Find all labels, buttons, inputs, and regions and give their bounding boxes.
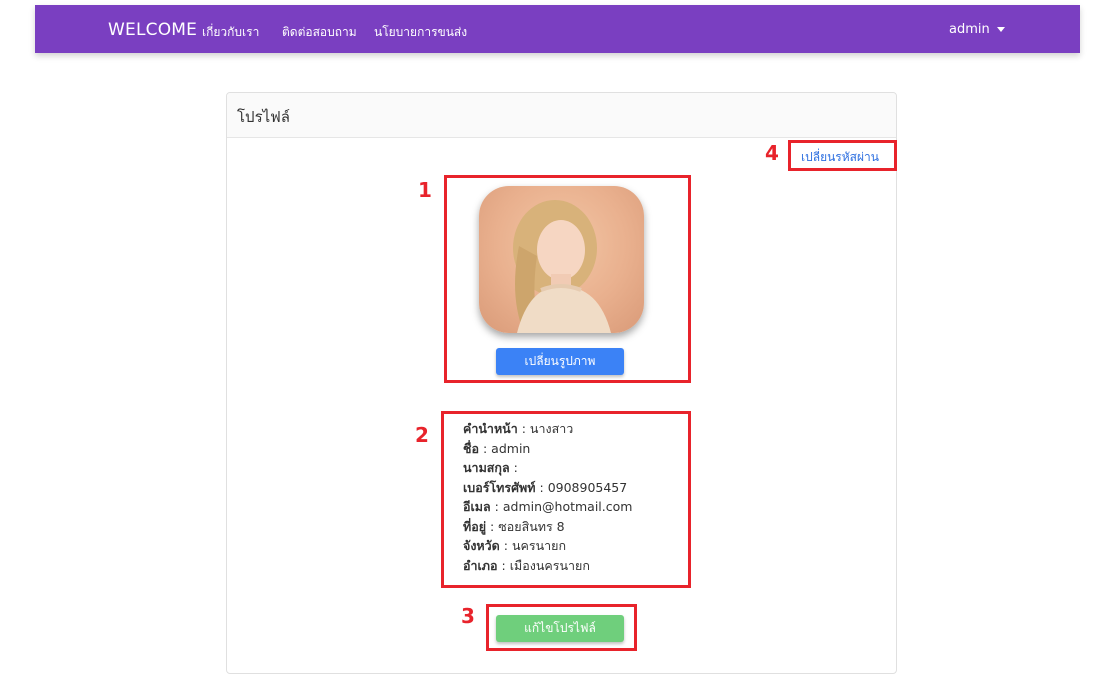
nav-link-contact[interactable]: ติดต่อสอบถาม	[282, 23, 357, 42]
annotation-number-4: 4	[765, 141, 779, 165]
info-label: อีเมล	[463, 499, 491, 514]
change-photo-button[interactable]: เปลี่ยนรูปภาพ	[496, 348, 624, 375]
info-row-province: จังหวัด : นครนายก	[463, 538, 567, 553]
annotation-number-1: 1	[418, 178, 432, 202]
info-row-first-name: ชื่อ : admin	[463, 440, 531, 456]
info-label: ที่อยู่	[463, 518, 487, 534]
info-row-title: คำนำหน้า : นางสาว	[463, 421, 574, 436]
card-header	[227, 93, 896, 138]
nav-link-about[interactable]: เกี่ยวกับเรา	[202, 23, 259, 42]
info-label: ชื่อ	[463, 440, 479, 456]
info-row-last-name: นามสกุล :	[463, 460, 518, 475]
brand-link[interactable]: WELCOME	[108, 20, 197, 40]
info-value: admin	[491, 440, 531, 456]
edit-profile-button[interactable]: แก้ไขโปรไฟล์	[496, 615, 624, 642]
info-row-email: อีเมล : admin@hotmail.com	[463, 499, 633, 514]
page-title: โปรไฟล์	[237, 108, 290, 126]
info-row-address: ที่อยู่ : ซอยสินทร 8	[463, 518, 565, 534]
profile-photo-image	[513, 200, 611, 333]
top-navbar: WELCOME เกี่ยวกับเรา ติดต่อสอบถาม นโยบาย…	[35, 5, 1080, 53]
user-name: admin	[949, 22, 990, 37]
info-row-phone: เบอร์โทรศัพท์ : 0908905457	[463, 479, 628, 495]
user-dropdown[interactable]: admin	[949, 22, 1005, 37]
annotation-number-3: 3	[461, 604, 475, 628]
info-value: นครนายก	[511, 538, 567, 553]
info-label: นามสกุล	[463, 460, 510, 475]
profile-info-list: คำนำหน้า : นางสาว ชื่อ : admin นามสกุล :…	[463, 419, 632, 575]
info-value: นางสาว	[529, 421, 574, 436]
info-value: เมืองนครนายก	[509, 557, 590, 573]
info-value: admin@hotmail.com	[502, 499, 633, 514]
info-value: ซอยสินทร 8	[498, 518, 565, 534]
info-label: คำนำหน้า	[463, 421, 518, 436]
info-label: เบอร์โทรศัพท์	[463, 479, 536, 495]
annotation-number-2: 2	[415, 423, 429, 447]
info-label: จังหวัด	[463, 538, 500, 553]
info-label: อำเภอ	[463, 557, 498, 573]
profile-avatar	[479, 186, 644, 333]
change-password-link[interactable]: เปลี่ยนรหัสผ่าน	[801, 148, 879, 167]
info-row-district: อำเภอ : เมืองนครนายก	[463, 557, 590, 573]
nav-link-shipping-policy[interactable]: นโยบายการขนส่ง	[374, 23, 467, 42]
info-value: 0908905457	[547, 479, 628, 495]
caret-down-icon	[996, 27, 1005, 32]
